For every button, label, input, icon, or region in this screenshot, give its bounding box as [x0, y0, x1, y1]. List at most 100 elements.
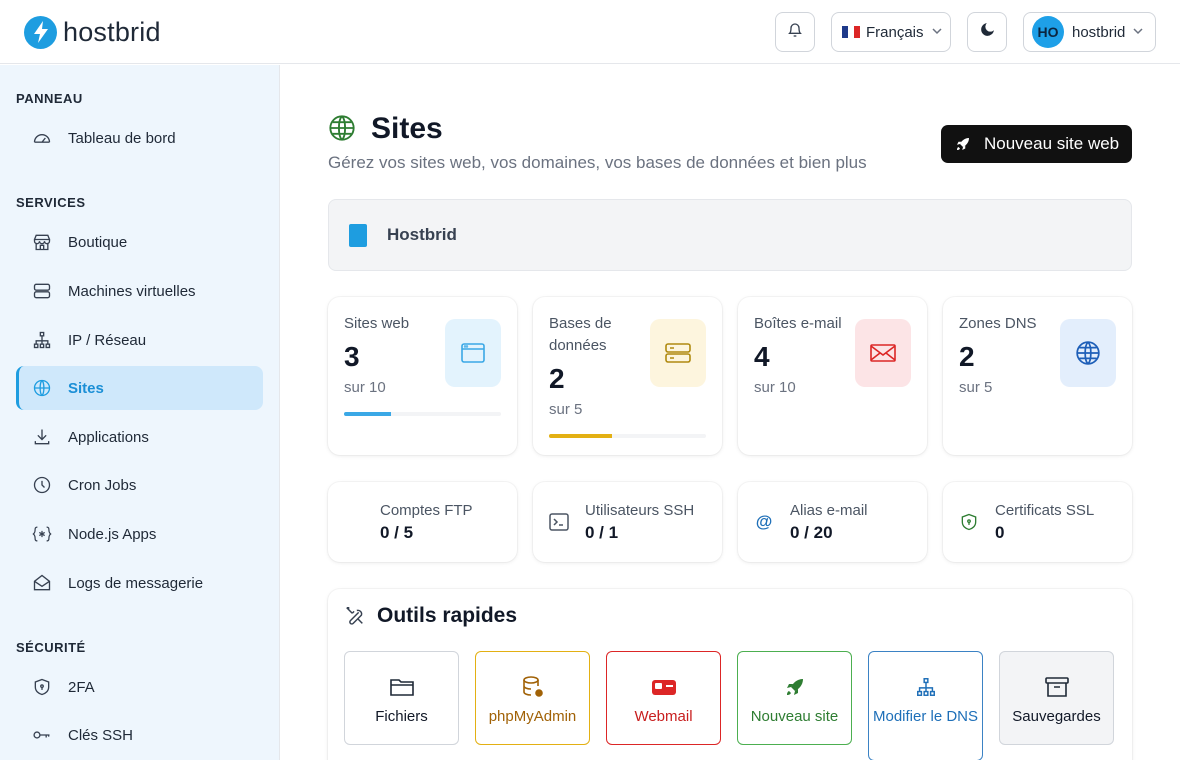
stat-label: Zones DNS [959, 315, 1037, 332]
quick-tools-title: Outils rapides [377, 604, 518, 627]
language-label: Français [866, 23, 924, 41]
stat-card-bases-de-donnees[interactable]: Bases de données 2 sur 5 [533, 297, 722, 455]
sidebar-item-label: Cron Jobs [68, 476, 137, 494]
server-icon [32, 281, 52, 301]
braces-icon [32, 524, 52, 544]
stat-label: Boîtes e-mail [754, 315, 842, 332]
browser-window-icon [445, 319, 501, 387]
tool-fichiers-button[interactable]: Fichiers [344, 651, 459, 745]
sidebar-item-cles-ssh[interactable]: Clés SSH [16, 713, 263, 757]
envelope-icon [855, 319, 911, 387]
sidebar-item-label: Machines virtuelles [68, 282, 196, 300]
mini-stat-utilisateurs-ssh[interactable]: Utilisateurs SSH 0 / 1 [533, 482, 722, 562]
brand-logo[interactable]: hostbrid [24, 15, 161, 49]
brand-name: hostbrid [63, 16, 161, 47]
bell-icon [787, 22, 803, 43]
sidebar-item-cron-jobs[interactable]: Cron Jobs [16, 463, 263, 507]
sidebar-item-label: Sites [68, 379, 104, 397]
mailbox-icon [651, 674, 677, 700]
sidebar-section-panneau: PANNEAU [16, 91, 83, 106]
globe-icon [328, 114, 356, 142]
mini-stat-certificats-ssl[interactable]: Certificats SSL 0 [943, 482, 1132, 562]
mini-stat-comptes-ftp[interactable]: Comptes FTP 0 / 5 [328, 482, 517, 562]
mini-stat-label: Utilisateurs SSH [585, 501, 695, 519]
sidebar-item-nodejs-apps[interactable]: Node.js Apps [16, 512, 263, 556]
sidebar-item-ip-reseau[interactable]: IP / Réseau [16, 318, 263, 362]
sidebar-item-machines-virtuelles[interactable]: Machines virtuelles [16, 269, 263, 313]
sidebar-item-label: 2FA [68, 678, 95, 696]
sidebar-item-label: Logs de messagerie [68, 574, 204, 592]
sidebar-item-label: Tableau de bord [68, 129, 176, 147]
sidebar-item-2fa[interactable]: 2FA [16, 665, 263, 709]
sidebar-section-securite: SÉCURITÉ [16, 640, 86, 655]
sidebar: PANNEAU Tableau de bord SERVICES Boutiqu… [0, 65, 280, 760]
tool-phpmyadmin-button[interactable]: phpMyAdmin [475, 651, 590, 745]
network-icon [914, 674, 938, 700]
quick-tools-panel: Outils rapides Fichiers phpMyAdmin Webma… [328, 589, 1132, 760]
user-name: hostbrid [1072, 23, 1126, 41]
terminal-icon [549, 512, 569, 532]
tool-label: phpMyAdmin [488, 708, 577, 725]
sidebar-item-label: Applications [68, 428, 149, 446]
mini-stat-value: 0 / 20 [790, 522, 833, 542]
sidebar-item-label: IP / Réseau [68, 331, 147, 349]
sidebar-item-label: Boutique [68, 233, 128, 251]
stat-label: Sites web [344, 315, 410, 332]
ftp-icon [344, 512, 364, 532]
usage-progress-bar [344, 412, 501, 416]
at-sign-icon: @ [755, 512, 773, 531]
tool-nouveau-site-button[interactable]: Nouveau site [737, 651, 852, 745]
tool-sauvegardes-button[interactable]: Sauvegardes [999, 651, 1114, 745]
chevron-down-icon [931, 24, 943, 41]
sidebar-item-label: Clés SSH [68, 726, 134, 744]
tool-webmail-button[interactable]: Webmail [606, 651, 721, 745]
mini-stat-value: 0 [995, 522, 1005, 542]
clock-icon [32, 475, 52, 495]
sidebar-item-applications[interactable]: Applications [16, 415, 263, 459]
folder-icon [389, 674, 414, 700]
stat-card-boites-email[interactable]: Boîtes e-mail 4 sur 10 [738, 297, 927, 455]
user-menu-button[interactable]: HO hostbrid [1023, 12, 1156, 52]
archive-icon [1044, 674, 1069, 700]
moon-icon [979, 21, 996, 43]
tool-modifier-dns-button[interactable]: Modifier le DNS [868, 651, 983, 760]
new-website-button[interactable]: Nouveau site web [941, 125, 1132, 163]
sidebar-item-boutique[interactable]: Boutique [16, 220, 263, 264]
database-gear-icon [521, 674, 545, 700]
sidebar-item-tableau-de-bord[interactable]: Tableau de bord [16, 116, 263, 160]
account-name: Hostbrid [387, 225, 457, 244]
download-icon [32, 427, 52, 447]
language-select[interactable]: Français [831, 12, 951, 52]
database-icon [650, 319, 706, 387]
sidebar-item-label: Node.js Apps [68, 525, 157, 543]
page-subtitle: Gérez vos sites web, vos domaines, vos b… [328, 153, 867, 172]
tool-label: Fichiers [375, 708, 428, 725]
tool-label: Sauvegardes [1012, 708, 1101, 725]
main-content: Sites Gérez vos sites web, vos domaines,… [281, 65, 1180, 760]
lightning-icon [24, 15, 57, 49]
network-icon [32, 330, 52, 350]
globe-icon [1060, 319, 1116, 387]
rocket-icon [954, 135, 972, 153]
globe-icon [32, 378, 52, 398]
sidebar-item-logs-de-messagerie[interactable]: Logs de messagerie [16, 561, 263, 605]
mini-stat-label: Alias e-mail [790, 501, 868, 519]
stat-card-sites-web[interactable]: Sites web 3 sur 10 [328, 297, 517, 455]
new-website-label: Nouveau site web [984, 134, 1120, 153]
page-title: Sites [371, 112, 443, 145]
theme-toggle-button[interactable] [967, 12, 1007, 52]
mini-stat-alias-email[interactable]: @ Alias e-mail 0 / 20 [738, 482, 927, 562]
sidebar-item-sites[interactable]: Sites [16, 366, 263, 410]
usage-progress-bar [549, 434, 706, 438]
shield-icon [32, 677, 52, 697]
stat-card-zones-dns[interactable]: Zones DNS 2 sur 5 [943, 297, 1132, 455]
store-icon [32, 232, 52, 252]
account-selector[interactable]: Hostbrid [328, 199, 1132, 271]
usage-progress-fill [549, 434, 612, 438]
tool-label: Nouveau site [750, 708, 839, 725]
account-color-marker [349, 223, 367, 247]
mini-stat-label: Certificats SSL [995, 501, 1095, 519]
tool-label: Modifier le DNS [872, 708, 979, 725]
notifications-button[interactable] [775, 12, 815, 52]
tool-label: Webmail [634, 708, 693, 725]
